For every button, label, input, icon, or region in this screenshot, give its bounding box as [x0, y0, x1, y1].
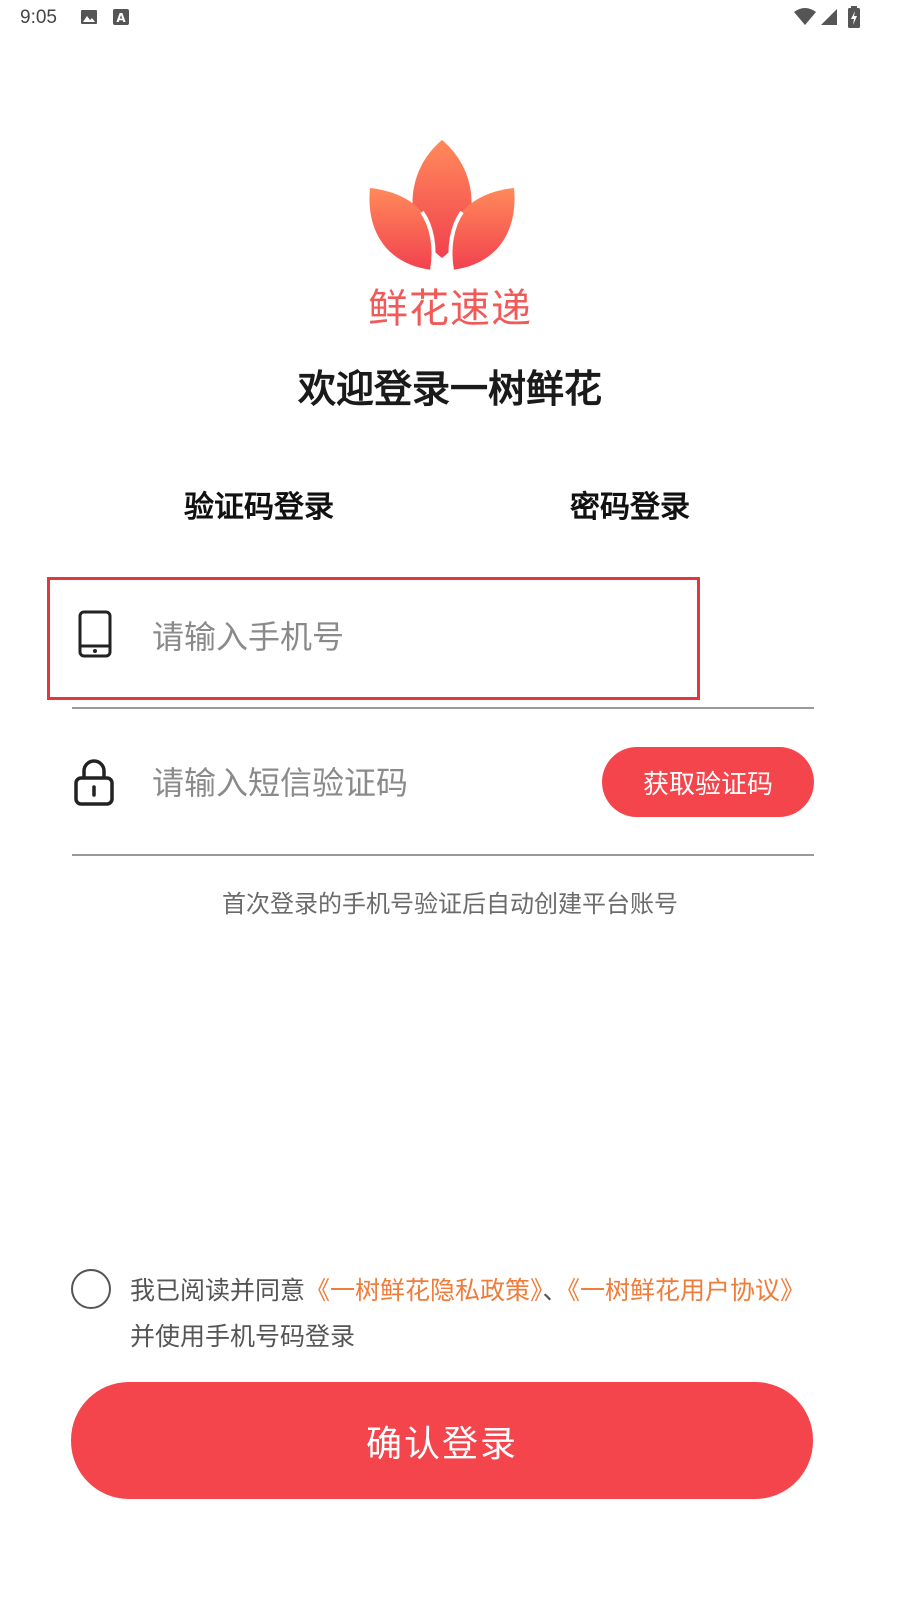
user-agreement-link[interactable]: 《一树鲜花用户协议》 — [568, 1276, 806, 1305]
flower-logo-icon — [362, 138, 522, 278]
status-time: 9:05 — [20, 7, 57, 28]
sms-divider — [72, 854, 814, 856]
cell-signal-icon — [820, 8, 838, 30]
phone-icon — [78, 610, 112, 662]
font-a-icon: A — [112, 8, 130, 30]
agreement-suffix: 并使用手机号码登录 — [130, 1322, 356, 1351]
agreement-prefix: 我已阅读并同意 — [130, 1276, 306, 1305]
image-icon — [80, 8, 98, 30]
sms-code-input[interactable] — [152, 758, 582, 808]
brand-name: 鲜花速递 — [368, 286, 532, 332]
status-bar: 9:05 A — [0, 0, 900, 36]
tab-password-login[interactable]: 密码登录 — [565, 482, 695, 526]
page-title: 欢迎登录一树鲜花 — [297, 367, 602, 411]
wifi-icon — [794, 8, 816, 30]
agreement-separator: 、 — [542, 1276, 568, 1305]
confirm-login-button[interactable]: 确认登录 — [71, 1382, 813, 1499]
agreement-text: 我已阅读并同意《一树鲜花隐私政策》、《一树鲜花用户协议》并使用手机号码登录 — [130, 1268, 810, 1360]
phone-divider — [72, 707, 814, 709]
phone-input[interactable] — [152, 612, 672, 662]
agreement-checkbox[interactable] — [71, 1269, 111, 1309]
lock-icon — [74, 758, 114, 810]
tab-sms-login[interactable]: 验证码登录 — [176, 482, 342, 526]
privacy-policy-link[interactable]: 《一树鲜花隐私政策》 — [305, 1276, 543, 1305]
svg-text:A: A — [116, 11, 126, 25]
signup-hint: 首次登录的手机号验证后自动创建平台账号 — [222, 890, 678, 918]
battery-charging-icon — [848, 6, 860, 32]
get-code-button[interactable]: 获取验证码 — [602, 747, 814, 817]
